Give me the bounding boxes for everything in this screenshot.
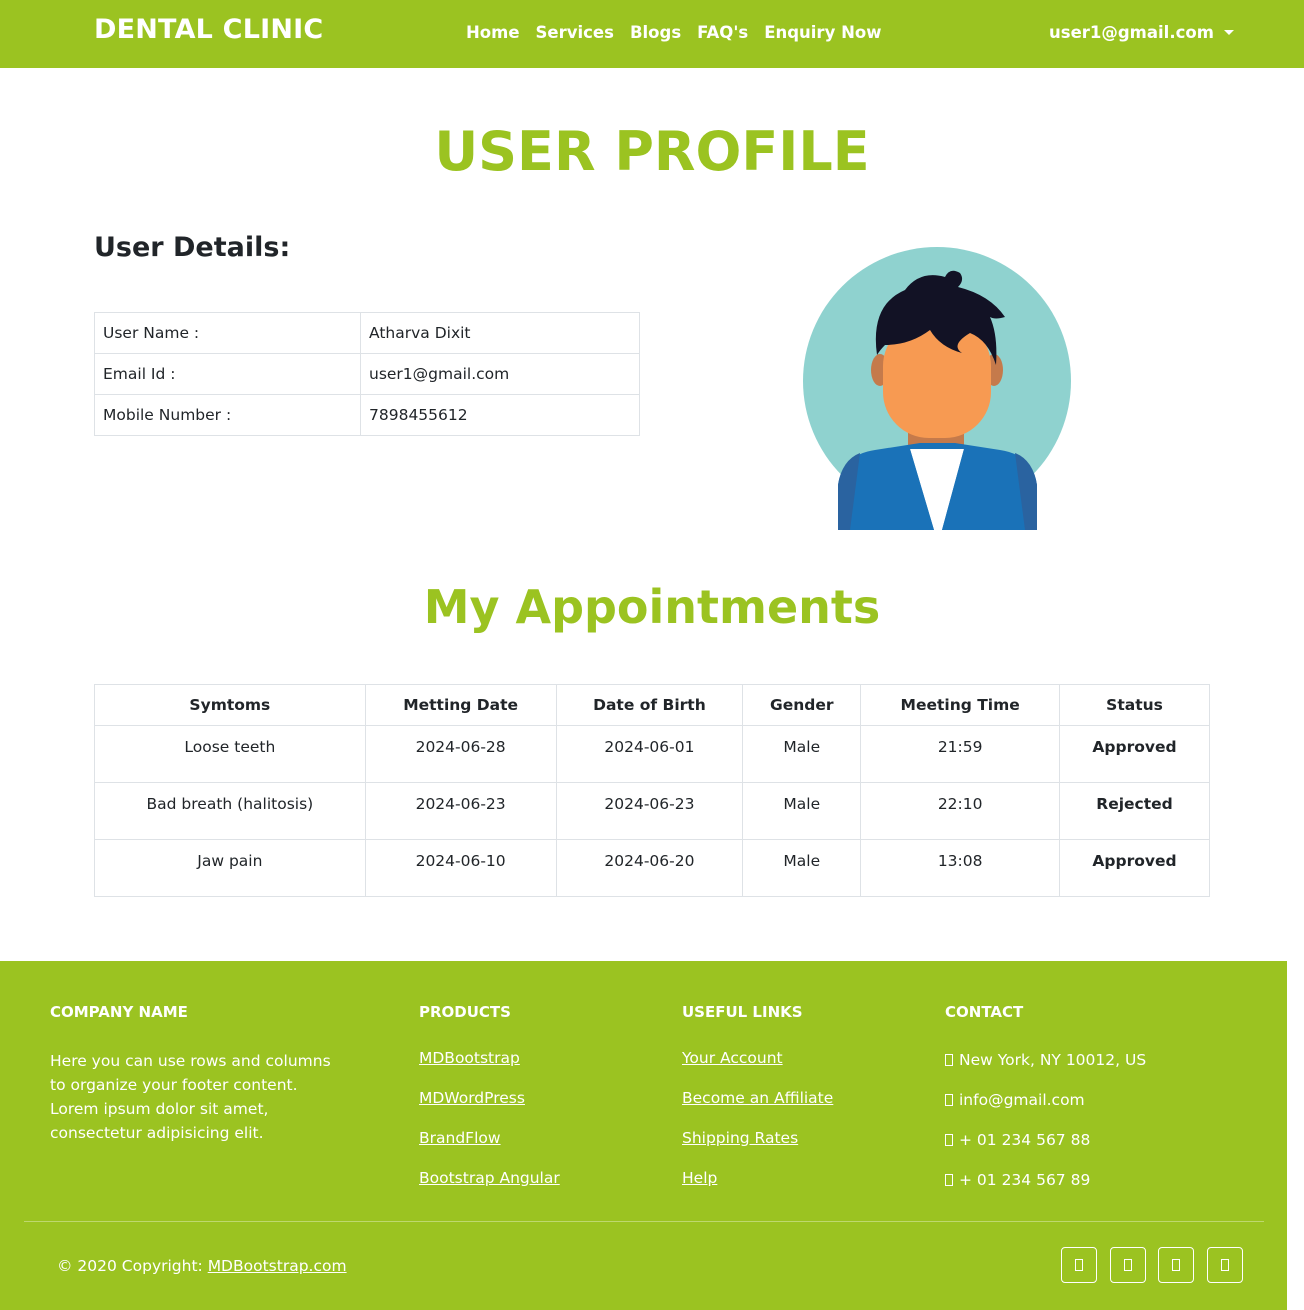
phone-icon: [945, 1134, 953, 1146]
cell-gender: Male: [742, 839, 862, 897]
facebook-button[interactable]: [1061, 1247, 1097, 1283]
footer-link-become-affiliate[interactable]: Become an Affiliate: [682, 1089, 833, 1111]
caret-down-icon: [1223, 30, 1234, 35]
detail-label: Email Id :: [94, 353, 361, 395]
contact-fax-text: + 01 234 567 89: [959, 1171, 1091, 1189]
footer-contact-heading: CONTACT: [945, 1003, 1024, 1021]
table-row: Jaw pain 2024-06-10 2024-06-20 Male 13:0…: [94, 839, 1210, 897]
copyright-text: © 2020 Copyright:: [57, 1257, 208, 1275]
status-badge: Rejected: [1059, 782, 1210, 840]
appointments-table: Symtoms Metting Date Date of Birth Gende…: [94, 684, 1210, 897]
copyright-link[interactable]: MDBootstrap.com: [208, 1257, 347, 1275]
user-details-heading: User Details:: [94, 232, 291, 263]
contact-phone: + 01 234 567 88: [945, 1129, 1146, 1151]
footer-link-your-account[interactable]: Your Account: [682, 1049, 833, 1071]
detail-value: user1@gmail.com: [360, 353, 640, 395]
cell-meeting-date: 2024-06-10: [364, 839, 557, 897]
user-dropdown[interactable]: user1@gmail.com: [1049, 23, 1234, 42]
detail-label: Mobile Number :: [94, 394, 361, 436]
status-badge: Approved: [1059, 725, 1210, 783]
user-details-table: User Name : Atharva Dixit Email Id : use…: [94, 312, 640, 436]
user-email: user1@gmail.com: [1049, 23, 1214, 42]
header-date-of-birth: Date of Birth: [555, 684, 744, 726]
cell-date-of-birth: 2024-06-01: [555, 725, 744, 783]
user-avatar-illustration: [803, 247, 1071, 530]
nav-faqs[interactable]: FAQ's: [697, 23, 748, 42]
contact-address: New York, NY 10012, US: [945, 1049, 1146, 1071]
header-gender: Gender: [742, 684, 862, 726]
google-button[interactable]: [1158, 1247, 1194, 1283]
instagram-button[interactable]: [1207, 1247, 1243, 1283]
table-row: Email Id : user1@gmail.com: [94, 353, 640, 395]
footer-divider: [24, 1221, 1264, 1222]
footer-contact-column: CONTACT New York, NY 10012, US info@gmai…: [945, 1003, 1146, 1209]
contact-email: info@gmail.com: [945, 1089, 1146, 1111]
detail-value: Atharva Dixit: [360, 312, 640, 354]
footer-link-brandflow[interactable]: BrandFlow: [419, 1129, 560, 1151]
footer-link-help[interactable]: Help: [682, 1169, 833, 1191]
cell-meeting-date: 2024-06-23: [364, 782, 557, 840]
table-row: Bad breath (halitosis) 2024-06-23 2024-0…: [94, 782, 1210, 840]
nav-home[interactable]: Home: [466, 23, 520, 42]
google-icon: [1172, 1259, 1180, 1271]
footer-link-mdbootstrap[interactable]: MDBootstrap: [419, 1049, 560, 1071]
appointments-title: My Appointments: [423, 580, 881, 634]
detail-value: 7898455612: [360, 394, 640, 436]
contact-fax: + 01 234 567 89: [945, 1169, 1146, 1191]
table-row: User Name : Atharva Dixit: [94, 312, 640, 354]
contact-address-text: New York, NY 10012, US: [959, 1051, 1147, 1069]
twitter-icon: [1124, 1259, 1132, 1271]
footer-company-column: COMPANY NAME Here you can use rows and c…: [50, 1003, 340, 1145]
footer-link-shipping-rates[interactable]: Shipping Rates: [682, 1129, 833, 1151]
cell-date-of-birth: 2024-06-20: [555, 839, 744, 897]
footer-link-bootstrap-angular[interactable]: Bootstrap Angular: [419, 1169, 560, 1191]
cell-gender: Male: [742, 782, 862, 840]
footer-products-heading: PRODUCTS: [419, 1003, 511, 1021]
footer-link-mdwordpress[interactable]: MDWordPress: [419, 1089, 560, 1111]
footer-company-text: Here you can use rows and columns to org…: [50, 1052, 331, 1142]
table-header-row: Symtoms Metting Date Date of Birth Gende…: [94, 684, 1210, 726]
cell-symptoms: Jaw pain: [94, 839, 366, 897]
status-badge: Approved: [1059, 839, 1210, 897]
nav-enquiry-now[interactable]: Enquiry Now: [764, 23, 881, 42]
header-meeting-time: Meeting Time: [860, 684, 1061, 726]
navbar: DENTAL CLINIC Home Services Blogs FAQ's …: [0, 0, 1304, 68]
table-row: Mobile Number : 7898455612: [94, 394, 640, 436]
cell-meeting-date: 2024-06-28: [364, 725, 557, 783]
facebook-icon: [1075, 1259, 1083, 1271]
cell-meeting-time: 13:08: [860, 839, 1061, 897]
nav-services[interactable]: Services: [536, 23, 614, 42]
detail-label: User Name :: [94, 312, 361, 354]
contact-email-text: info@gmail.com: [959, 1091, 1085, 1109]
cell-date-of-birth: 2024-06-23: [555, 782, 744, 840]
cell-meeting-time: 21:59: [860, 725, 1061, 783]
contact-phone-text: + 01 234 567 88: [959, 1131, 1091, 1149]
envelope-icon: [945, 1094, 953, 1106]
cell-symptoms: Loose teeth: [94, 725, 366, 783]
print-icon: [945, 1174, 953, 1186]
footer-company-heading: COMPANY NAME: [50, 1003, 188, 1021]
footer-useful-links-column: USEFUL LINKS Your Account Become an Affi…: [682, 1003, 833, 1209]
header-meeting-date: Metting Date: [364, 684, 557, 726]
twitter-button[interactable]: [1110, 1247, 1146, 1283]
header-status: Status: [1059, 684, 1210, 726]
copyright: © 2020 Copyright: MDBootstrap.com: [57, 1257, 347, 1275]
cell-symptoms: Bad breath (halitosis): [94, 782, 366, 840]
cell-meeting-time: 22:10: [860, 782, 1061, 840]
page-title: USER PROFILE: [434, 120, 870, 183]
header-symptoms: Symtoms: [94, 684, 366, 726]
brand-logo[interactable]: DENTAL CLINIC: [94, 14, 323, 45]
nav-links: Home Services Blogs FAQ's Enquiry Now: [466, 23, 881, 42]
footer: COMPANY NAME Here you can use rows and c…: [0, 961, 1287, 1310]
cell-gender: Male: [742, 725, 862, 783]
instagram-icon: [1221, 1259, 1229, 1271]
table-row: Loose teeth 2024-06-28 2024-06-01 Male 2…: [94, 725, 1210, 783]
nav-blogs[interactable]: Blogs: [630, 23, 681, 42]
footer-links-heading: USEFUL LINKS: [682, 1003, 803, 1021]
home-icon: [945, 1054, 953, 1066]
footer-products-column: PRODUCTS MDBootstrap MDWordPress BrandFl…: [419, 1003, 560, 1209]
